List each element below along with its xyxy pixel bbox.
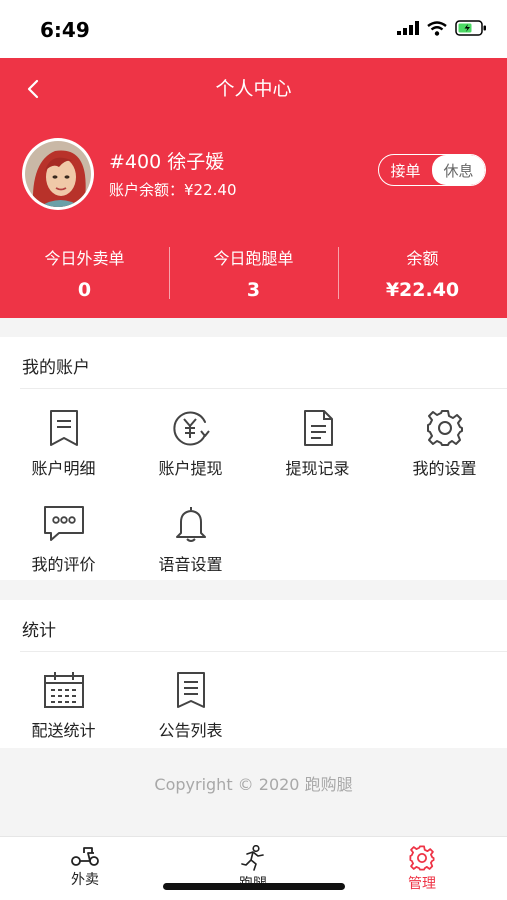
grid-label: 我的评价 bbox=[31, 555, 96, 574]
account-detail-button[interactable]: 账户明细 bbox=[0, 409, 127, 479]
stat-label: 余额 bbox=[406, 249, 439, 268]
account-card: 我的账户 账户明细 账户提现 提现记录 我的设置 我的评价 语音设置 bbox=[0, 337, 507, 580]
stat-label: 今日跑腿单 bbox=[213, 249, 294, 268]
statistics-card: 统计 配送统计 公告列表 bbox=[0, 600, 507, 748]
withdraw-button[interactable]: 账户提现 bbox=[127, 409, 254, 479]
duty-toggle[interactable]: 接单 休息 bbox=[378, 154, 486, 186]
tab-takeout[interactable]: 外卖 bbox=[35, 837, 135, 900]
grid-label: 配送统计 bbox=[31, 721, 96, 740]
scooter-icon bbox=[71, 847, 99, 866]
tab-errand[interactable]: 跑腿 bbox=[203, 837, 303, 900]
grid-label: 公告列表 bbox=[158, 721, 223, 740]
stat-label: 今日外卖单 bbox=[44, 249, 125, 268]
user-name: #400 徐子媛 bbox=[109, 151, 225, 173]
status-time: 6:49 bbox=[40, 18, 90, 42]
grid-label: 账户提现 bbox=[158, 459, 223, 478]
stat-today-errand: 今日跑腿单 3 bbox=[169, 241, 338, 301]
divider bbox=[20, 651, 507, 652]
calendar-icon bbox=[43, 672, 84, 708]
toggle-on-duty[interactable]: 接单 bbox=[379, 155, 432, 185]
delivery-stats-button[interactable]: 配送统计 bbox=[0, 671, 127, 741]
stat-today-delivery: 今日外卖单 0 bbox=[0, 241, 169, 301]
tab-bar: 外卖 跑腿 管理 bbox=[0, 836, 507, 900]
file-icon bbox=[303, 410, 333, 446]
grid-label: 语音设置 bbox=[158, 555, 223, 574]
wifi-icon bbox=[427, 20, 447, 36]
status-bar: 6:49 bbox=[0, 0, 507, 58]
tab-manage[interactable]: 管理 bbox=[372, 837, 472, 900]
bell-icon bbox=[175, 507, 206, 542]
battery-icon bbox=[455, 20, 486, 36]
tab-label: 管理 bbox=[408, 876, 436, 892]
toggle-rest[interactable]: 休息 bbox=[432, 155, 485, 185]
stat-balance: 余额 ¥22.40 bbox=[338, 241, 507, 301]
stat-value: 3 bbox=[246, 279, 261, 301]
section-title-account: 我的账户 bbox=[22, 358, 90, 378]
stats-row: 今日外卖单 0 今日跑腿单 3 余额 ¥22.40 bbox=[0, 241, 507, 301]
document-icon bbox=[49, 410, 78, 446]
my-reviews-button[interactable]: 我的评价 bbox=[0, 505, 127, 575]
grid-label: 提现记录 bbox=[285, 459, 350, 478]
my-settings-button[interactable]: 我的设置 bbox=[381, 409, 507, 479]
signal-icon bbox=[397, 21, 419, 35]
avatar[interactable] bbox=[22, 138, 94, 210]
account-balance: 账户余额：¥22.40 bbox=[109, 181, 237, 199]
home-indicator bbox=[163, 883, 345, 890]
gear-icon bbox=[409, 845, 435, 871]
gear-icon bbox=[426, 410, 463, 446]
grid-label: 我的设置 bbox=[412, 459, 477, 478]
voice-settings-button[interactable]: 语音设置 bbox=[127, 505, 254, 575]
withdraw-record-button[interactable]: 提现记录 bbox=[254, 409, 381, 479]
comment-icon bbox=[43, 506, 84, 541]
list-icon bbox=[176, 672, 205, 708]
stat-value: ¥22.40 bbox=[385, 279, 460, 301]
page-title: 个人中心 bbox=[215, 78, 292, 100]
yuan-refresh-icon bbox=[172, 411, 210, 446]
tab-label: 外卖 bbox=[71, 872, 99, 888]
grid-label: 账户明细 bbox=[31, 459, 96, 478]
divider bbox=[20, 388, 507, 389]
announcement-list-button[interactable]: 公告列表 bbox=[127, 671, 254, 741]
section-title-statistics: 统计 bbox=[22, 621, 56, 641]
avatar-image bbox=[25, 141, 91, 207]
profile-header: 个人中心 #400 徐子媛 账户余额：¥22.40 接单 休息 今日外卖单 0 … bbox=[0, 58, 507, 318]
stat-value: 0 bbox=[77, 279, 92, 301]
status-icons bbox=[397, 20, 487, 36]
runner-icon bbox=[241, 845, 264, 871]
copyright-text: Copyright © 2020 跑购腿 bbox=[154, 775, 353, 794]
